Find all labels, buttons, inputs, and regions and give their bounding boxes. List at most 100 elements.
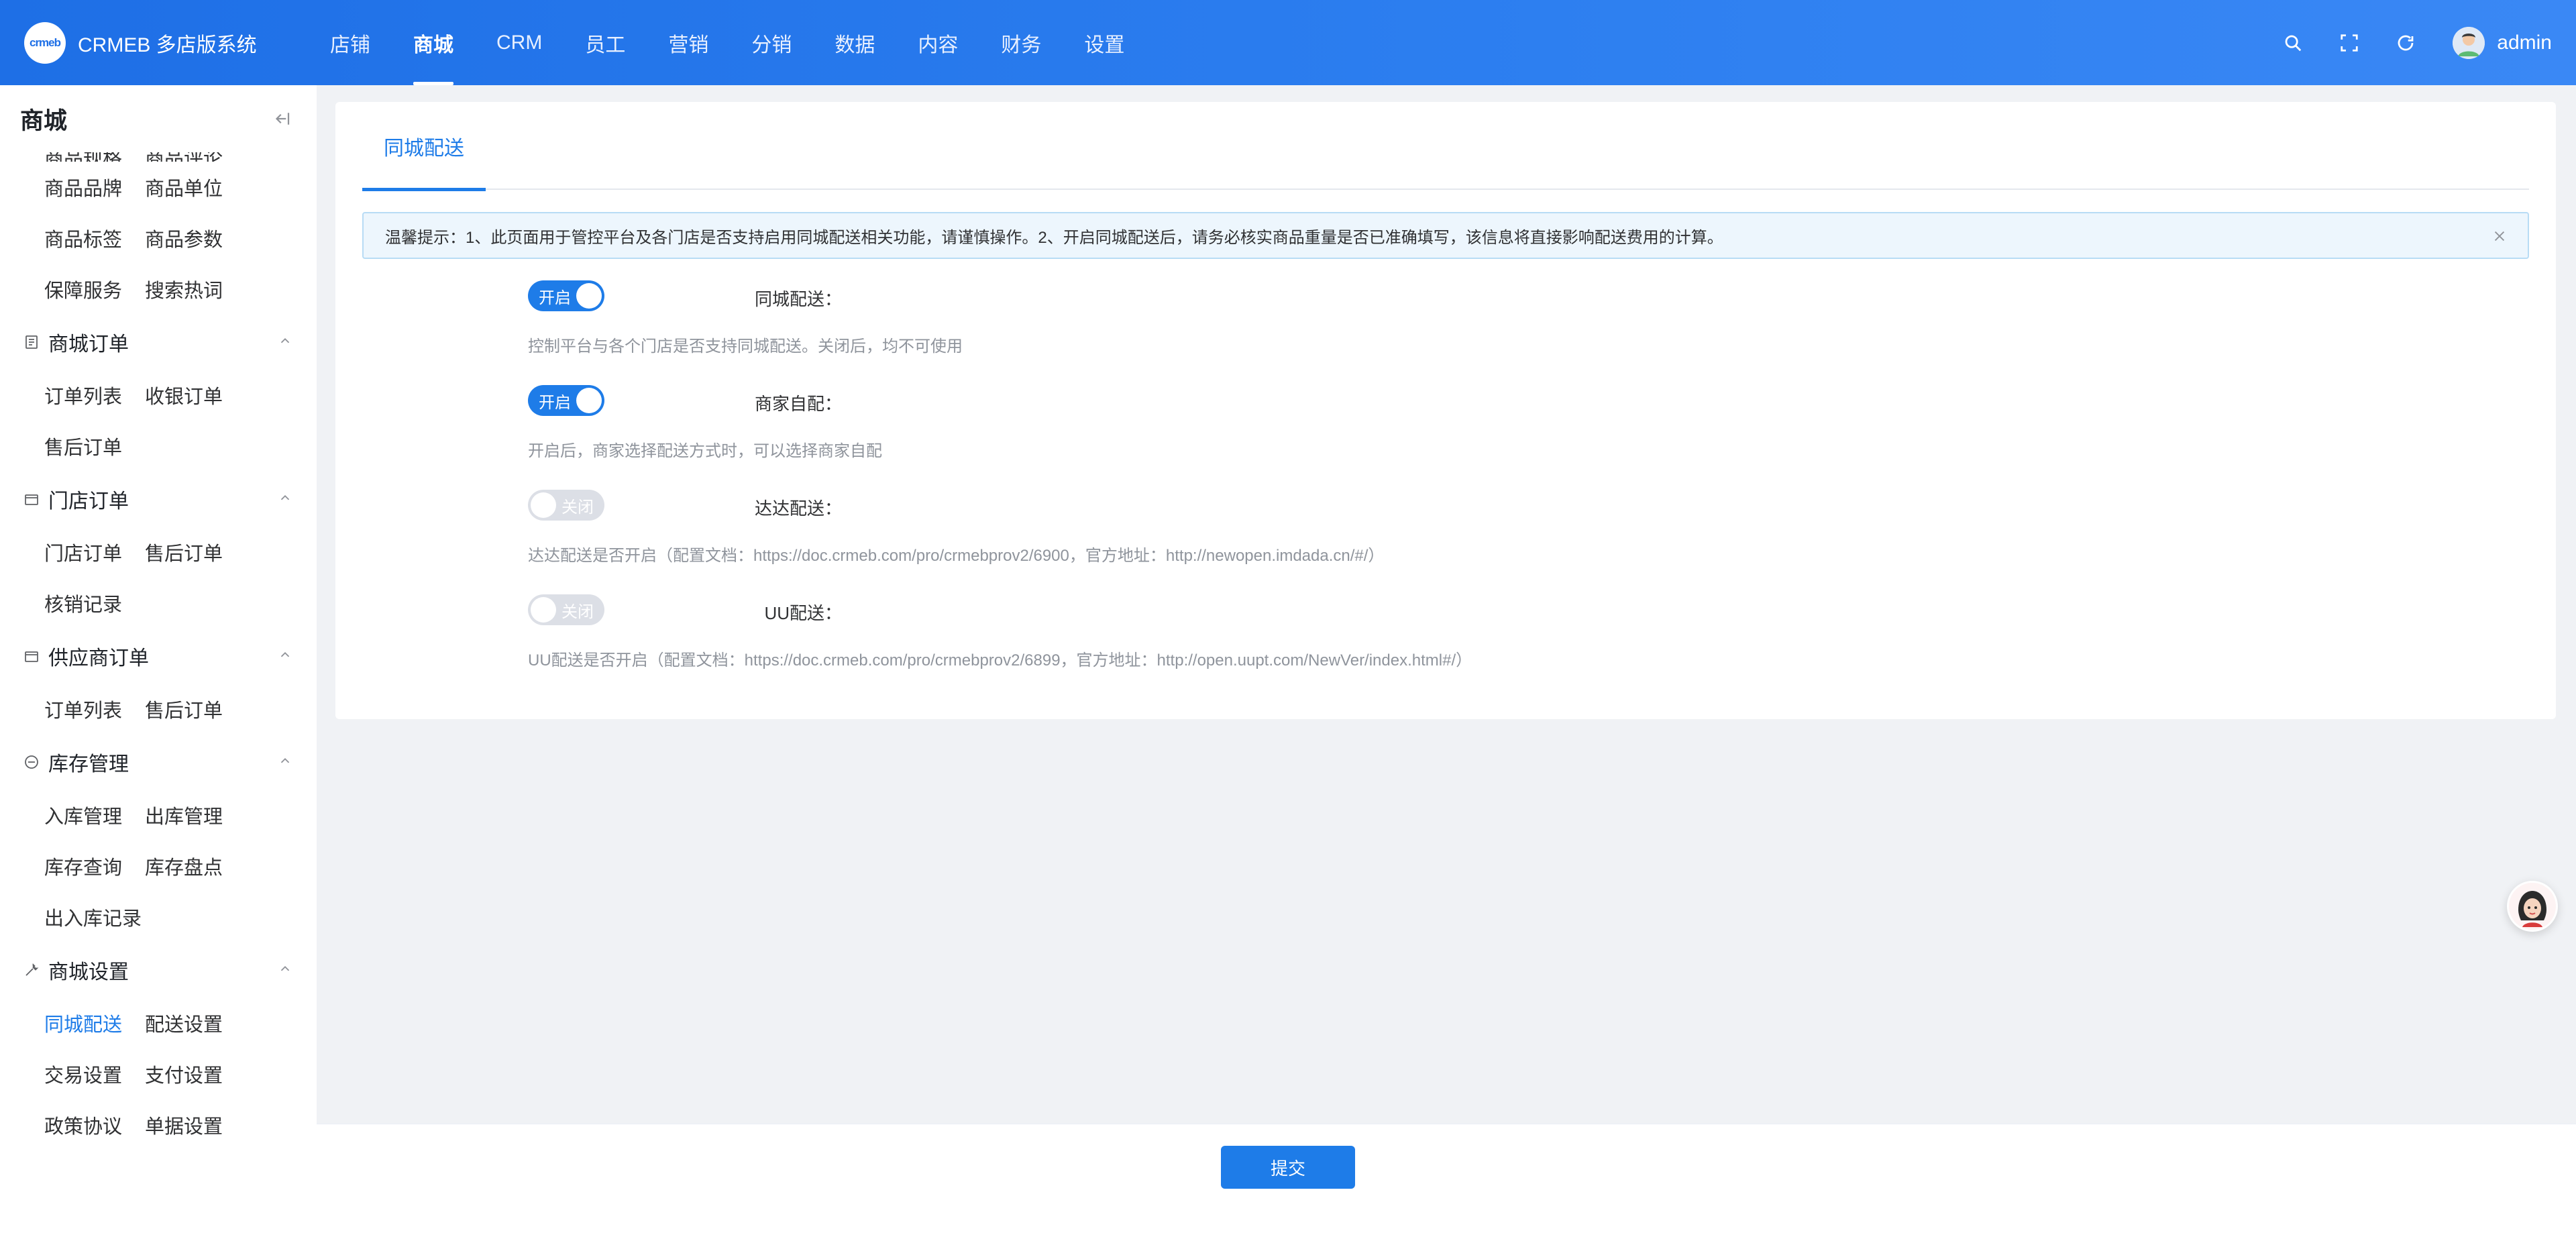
menu-item-tag[interactable]: 商品标签 xyxy=(0,224,145,252)
sidebar-header: 商城 xyxy=(0,85,317,152)
store-icon xyxy=(23,490,40,508)
menu-item-unit[interactable]: 商品单位 xyxy=(145,173,290,201)
switch-text: 开启 xyxy=(539,393,571,412)
collapse-sidebar-icon[interactable] xyxy=(270,107,294,131)
switch-knob xyxy=(576,283,602,309)
form-label: 同城配送： xyxy=(754,289,842,309)
menu-item-stock-check[interactable]: 库存盘点 xyxy=(145,852,290,880)
menu-item-store-order[interactable]: 门店订单 xyxy=(0,538,145,566)
menu-item-guarantee[interactable]: 保障服务 xyxy=(0,275,145,303)
menu-item-receipt-settings[interactable]: 单据设置 xyxy=(145,1111,290,1139)
username[interactable]: admin xyxy=(2497,32,2552,54)
menu-item-param[interactable]: 商品参数 xyxy=(145,224,290,252)
sidebar-menu: 商品规格 商品评论 商品品牌 商品单位 商品标签 商品参数 保障服务 搜索热词 … xyxy=(0,135,317,1150)
header-tools: admin xyxy=(2265,0,2552,85)
top-header: crmeb CRMEB 多店版系统 店铺 商城 CRM 员工 营销 分销 数据 … xyxy=(0,0,2576,85)
menu-row: 门店订单 售后订单 xyxy=(0,527,317,578)
menu-group-stock[interactable]: 库存管理 xyxy=(0,735,317,790)
menu-row: 订单列表 收银订单 xyxy=(0,370,317,421)
menu-item-city-delivery[interactable]: 同城配送 xyxy=(0,1009,145,1037)
menu-item-supplier-order-list[interactable]: 订单列表 xyxy=(0,695,145,723)
switch-text: 开启 xyxy=(539,288,571,307)
topnav-item-mall[interactable]: 商城 xyxy=(392,0,475,85)
alert-banner: 温馨提示：1、此页面用于管控平台及各门店是否支持启用同城配送相关功能，请谨慎操作… xyxy=(362,212,2529,259)
footer-bar: 提交 xyxy=(317,1124,2576,1233)
menu-item-stock-in[interactable]: 入库管理 xyxy=(0,801,145,829)
topnav-item-store[interactable]: 店铺 xyxy=(309,0,392,85)
menu-item-payment-settings[interactable]: 支付设置 xyxy=(145,1060,290,1088)
menu-item-stock-record[interactable]: 出入库记录 xyxy=(0,903,145,931)
form-tip: 开启后，商家选择配送方式时，可以选择商家自配 xyxy=(528,442,882,460)
menu-item-delivery-settings[interactable]: 配送设置 xyxy=(145,1009,290,1037)
menu-row: 核销记录 xyxy=(0,578,317,629)
switch-knob xyxy=(576,388,602,413)
group-label: 商城订单 xyxy=(48,333,129,356)
form-tip: UU配送是否开启（配置文档：https://doc.crmeb.com/pro/… xyxy=(528,651,1472,669)
fullscreen-icon[interactable] xyxy=(2321,0,2377,85)
chevron-up-icon xyxy=(278,753,292,771)
dada-delivery-switch[interactable]: 关闭 xyxy=(528,490,604,521)
avatar[interactable] xyxy=(2453,26,2485,59)
switch-knob xyxy=(531,597,556,623)
chevron-up-icon xyxy=(278,961,292,979)
topnav-item-data[interactable]: 数据 xyxy=(813,0,896,85)
topnav-item-distribution[interactable]: 分销 xyxy=(730,0,813,85)
topnav-item-marketing[interactable]: 营销 xyxy=(647,0,730,85)
menu-row: 交易设置 支付设置 xyxy=(0,1049,317,1100)
uu-delivery-switch[interactable]: 关闭 xyxy=(528,594,604,625)
topnav-item-finance[interactable]: 财务 xyxy=(979,0,1063,85)
main-card: 同城配送 温馨提示：1、此页面用于管控平台及各门店是否支持启用同城配送相关功能，… xyxy=(335,102,2556,719)
topnav-item-crm[interactable]: CRM xyxy=(475,0,564,85)
city-delivery-switch[interactable]: 开启 xyxy=(528,280,604,311)
menu-row: 保障服务 搜索热词 xyxy=(0,264,317,315)
sidebar: 商品规格 商品评论 商品品牌 商品单位 商品标签 商品参数 保障服务 搜索热词 … xyxy=(0,85,317,1233)
chevron-up-icon xyxy=(278,647,292,665)
chevron-up-icon xyxy=(278,333,292,352)
switch-text: 关闭 xyxy=(561,498,594,517)
logo-badge: crmeb xyxy=(24,22,66,64)
menu-row: 订单列表 售后订单 xyxy=(0,684,317,735)
menu-item-brand[interactable]: 商品品牌 xyxy=(0,173,145,201)
list-icon xyxy=(23,333,40,351)
form-tip: 控制平台与各个门店是否支持同城配送。关闭后，均不可使用 xyxy=(528,337,963,356)
menu-group-store-orders[interactable]: 门店订单 xyxy=(0,472,317,527)
form-label: UU配送： xyxy=(764,603,842,623)
menu-item-supplier-aftersale[interactable]: 售后订单 xyxy=(145,695,290,723)
chevron-up-icon xyxy=(278,490,292,508)
refresh-icon[interactable] xyxy=(2377,0,2434,85)
menu-item-cashier-order[interactable]: 收银订单 xyxy=(145,381,290,409)
logo[interactable]: crmeb CRMEB 多店版系统 xyxy=(24,22,257,64)
menu-item-verify-record[interactable]: 核销记录 xyxy=(0,589,145,617)
top-nav: 店铺 商城 CRM 员工 营销 分销 数据 内容 财务 设置 xyxy=(309,0,1146,85)
form-tip: 达达配送是否开启（配置文档：https://doc.crmeb.com/pro/… xyxy=(528,547,1385,565)
tab-city-delivery[interactable]: 同城配送 xyxy=(362,102,486,191)
form-label: 达达配送： xyxy=(754,498,842,519)
menu-row: 政策协议 单据设置 xyxy=(0,1100,317,1150)
self-delivery-switch[interactable]: 开启 xyxy=(528,385,604,416)
menu-item-hot-search[interactable]: 搜索热词 xyxy=(145,275,290,303)
group-label: 商城设置 xyxy=(48,961,129,983)
menu-item-order-list[interactable]: 订单列表 xyxy=(0,381,145,409)
group-label: 供应商订单 xyxy=(48,647,149,669)
search-icon[interactable] xyxy=(2265,0,2321,85)
menu-item-store-aftersale[interactable]: 售后订单 xyxy=(145,538,290,566)
menu-item-policy[interactable]: 政策协议 xyxy=(0,1111,145,1139)
menu-item-stock-out[interactable]: 出库管理 xyxy=(145,801,290,829)
menu-item-aftersale-order[interactable]: 售后订单 xyxy=(0,432,145,460)
topnav-item-settings[interactable]: 设置 xyxy=(1063,0,1146,85)
customer-service-icon[interactable] xyxy=(2507,881,2558,932)
close-icon[interactable] xyxy=(2489,225,2510,247)
wrench-icon xyxy=(23,961,40,979)
menu-row: 入库管理 出库管理 xyxy=(0,790,317,841)
menu-item-stock-query[interactable]: 库存查询 xyxy=(0,852,145,880)
menu-row: 商品标签 商品参数 xyxy=(0,213,317,264)
submit-button[interactable]: 提交 xyxy=(1221,1146,1355,1189)
menu-group-supplier-orders[interactable]: 供应商订单 xyxy=(0,629,317,684)
topnav-item-content[interactable]: 内容 xyxy=(896,0,979,85)
menu-item-trade-settings[interactable]: 交易设置 xyxy=(0,1060,145,1088)
topnav-item-staff[interactable]: 员工 xyxy=(564,0,647,85)
sidebar-title: 商城 xyxy=(20,107,68,134)
group-label: 门店订单 xyxy=(48,490,129,513)
menu-group-mall-orders[interactable]: 商城订单 xyxy=(0,315,317,370)
menu-group-mall-settings[interactable]: 商城设置 xyxy=(0,943,317,998)
